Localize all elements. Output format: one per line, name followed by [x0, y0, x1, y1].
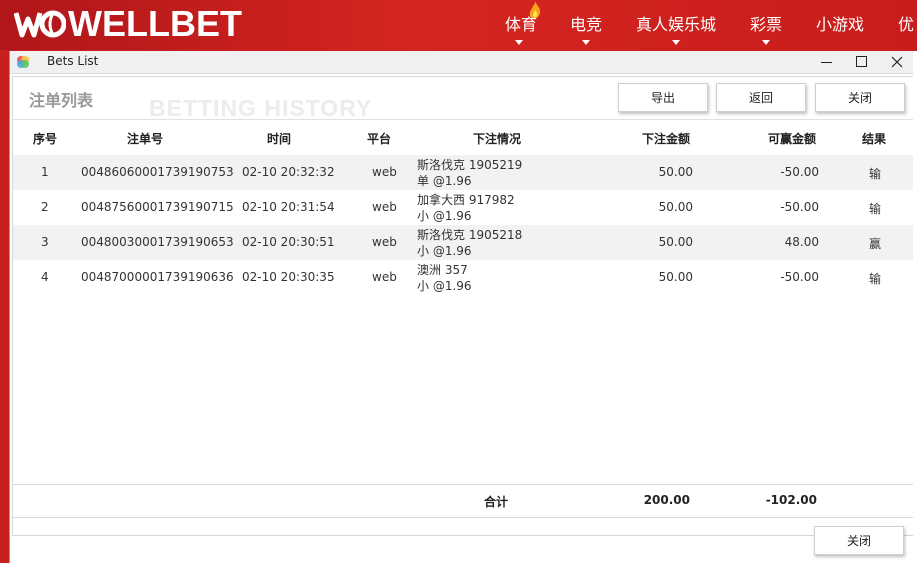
bets-list-window: Bets List BETTING HISTORY 注单列表 导出 返回 关闭 … — [9, 51, 917, 563]
bet-payout: -50.00 — [780, 200, 819, 214]
bet-payout: 48.00 — [784, 235, 819, 249]
nav-lottery[interactable]: 彩票 — [750, 11, 782, 35]
total-label: 合计 — [484, 495, 509, 509]
bet-detail: 斯洛伐克 1905218 小 @1.96 — [417, 227, 522, 259]
window-titlebar[interactable]: Bets List — [10, 51, 917, 74]
header-platform: 平台 — [367, 132, 392, 146]
header-result: 结果 — [862, 132, 887, 146]
chevron-down-icon — [672, 40, 680, 45]
bets-panel: BETTING HISTORY 注单列表 导出 返回 关闭 序号 注单号 时间 … — [12, 76, 915, 536]
table-row[interactable]: 3 00480030001739190653 02-10 20:30:51 we… — [13, 225, 914, 260]
bet-event: 斯洛伐克 1905219 — [417, 158, 523, 172]
bet-time: 02-10 20:30:35 — [242, 270, 335, 284]
site-logo[interactable]: WELLBET — [14, 6, 242, 42]
table-row[interactable]: 4 00487000001739190636 02-10 20:30:35 we… — [13, 260, 914, 295]
table-header: 序号 注单号 时间 平台 下注情况 下注金额 可赢金额 结果 — [13, 120, 914, 155]
total-stake: 200.00 — [643, 493, 690, 507]
footer-close-button[interactable]: 关闭 — [814, 526, 904, 555]
close-icon[interactable] — [880, 51, 914, 73]
back-button[interactable]: 返回 — [716, 83, 806, 112]
bet-pick: 小 @1.96 — [417, 279, 472, 293]
nav-live-casino[interactable]: 真人娱乐城 — [636, 11, 716, 35]
bet-event: 斯洛伐克 1905218 — [417, 228, 523, 242]
bet-platform: web — [372, 165, 397, 179]
close-button[interactable]: 关闭 — [815, 83, 905, 112]
nav-esports[interactable]: 电竞 — [570, 11, 602, 35]
total-payout: -102.00 — [765, 493, 817, 507]
site-header: WELLBET 体育 电竞 真人娱乐城 彩票 小游戏 优 — [0, 0, 917, 50]
bet-stake: 50.00 — [658, 200, 693, 214]
totals-row: 合计 200.00 -102.00 — [13, 485, 914, 518]
bet-result: 赢 — [869, 237, 882, 251]
bet-time: 02-10 20:31:54 — [242, 200, 335, 214]
bet-id: 00486060001739190753 — [81, 165, 234, 179]
header-bet-detail: 下注情况 — [473, 132, 522, 146]
row-number: 2 — [41, 200, 49, 214]
bet-id: 00487000001739190636 — [81, 270, 234, 284]
bet-id: 00487560001739190715 — [81, 200, 234, 214]
nav-mini-games[interactable]: 小游戏 — [816, 11, 864, 35]
bet-result: 输 — [869, 272, 882, 286]
chevron-down-icon — [515, 40, 523, 45]
bet-pick: 小 @1.96 — [417, 244, 472, 258]
chevron-down-icon — [762, 40, 770, 45]
bet-payout: -50.00 — [780, 165, 819, 179]
bet-stake: 50.00 — [658, 270, 693, 284]
window-title: Bets List — [47, 54, 99, 68]
app-icon — [17, 56, 29, 68]
wellbet-logo-icon — [14, 10, 66, 38]
nav-sports[interactable]: 体育 — [505, 11, 537, 35]
row-number: 4 — [41, 270, 49, 284]
bet-platform: web — [372, 200, 397, 214]
header-no: 序号 — [33, 132, 58, 146]
bet-detail: 斯洛伐克 1905219 单 @1.96 — [417, 157, 522, 189]
page-edge — [913, 51, 917, 563]
bet-platform: web — [372, 235, 397, 249]
table-row[interactable]: 2 00487560001739190715 02-10 20:31:54 we… — [13, 190, 914, 225]
bet-result: 输 — [869, 202, 882, 216]
maximize-icon[interactable] — [845, 51, 879, 73]
bet-result: 输 — [869, 167, 882, 181]
bet-detail: 澳洲 357 小 @1.96 — [417, 262, 472, 294]
bet-time: 02-10 20:30:51 — [242, 235, 335, 249]
bet-event: 澳洲 357 — [417, 263, 468, 277]
panel-header: BETTING HISTORY 注单列表 导出 返回 关闭 — [13, 77, 914, 121]
bet-payout: -50.00 — [780, 270, 819, 284]
export-button[interactable]: 导出 — [618, 83, 708, 112]
bet-platform: web — [372, 270, 397, 284]
header-stake: 下注金额 — [642, 132, 691, 146]
row-number: 1 — [41, 165, 49, 179]
minimize-icon[interactable] — [810, 51, 844, 73]
brand-name: WELLBET — [68, 3, 242, 44]
table-row[interactable]: 1 00486060001739190753 02-10 20:32:32 we… — [13, 155, 914, 190]
bet-event: 加拿大西 917982 — [417, 193, 515, 207]
panel-title: 注单列表 — [29, 91, 94, 110]
header-payout: 可赢金额 — [768, 132, 817, 146]
row-number: 3 — [41, 235, 49, 249]
bet-stake: 50.00 — [658, 165, 693, 179]
bet-time: 02-10 20:32:32 — [242, 165, 335, 179]
bet-id: 00480030001739190653 — [81, 235, 234, 249]
header-time: 时间 — [267, 132, 292, 146]
bet-pick: 单 @1.96 — [417, 174, 472, 188]
bet-detail: 加拿大西 917982 小 @1.96 — [417, 192, 515, 224]
chevron-down-icon — [582, 40, 590, 45]
header-bet-id: 注单号 — [127, 132, 164, 146]
panel-watermark: BETTING HISTORY — [149, 95, 373, 121]
nav-promotions[interactable]: 优 — [898, 11, 914, 35]
bet-stake: 50.00 — [658, 235, 693, 249]
bet-pick: 小 @1.96 — [417, 209, 472, 223]
